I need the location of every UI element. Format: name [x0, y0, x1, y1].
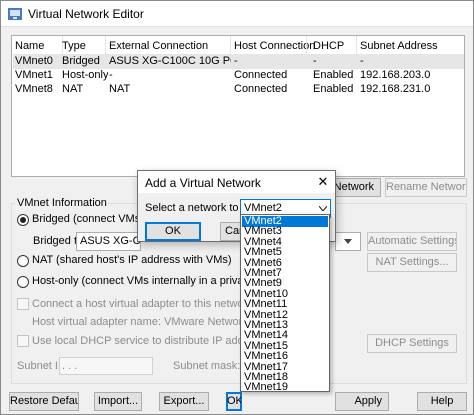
table-row[interactable]: VMnet1 Host-only - Connected Enabled 192… — [13, 68, 464, 83]
cell-name: VMnet0 — [15, 55, 53, 67]
cell-name: VMnet8 — [15, 83, 53, 95]
use-dhcp-label[interactable]: Use local DHCP service to distribute IP … — [32, 335, 240, 347]
cell-name: VMnet1 — [15, 69, 53, 81]
cell-host: Connected — [234, 69, 288, 81]
cell-dhcp: Enabled — [313, 83, 354, 95]
apply-button[interactable]: Apply — [335, 392, 389, 411]
cell-subnet: 192.168.203.0 — [360, 69, 431, 81]
title-bar: Virtual Network Editor — [1, 1, 473, 27]
nat-radio[interactable] — [17, 255, 29, 267]
close-icon[interactable]: ✕ — [315, 174, 331, 190]
cell-external: NAT — [109, 83, 131, 95]
use-dhcp-checkbox[interactable] — [17, 335, 29, 347]
cell-host: - — [234, 55, 238, 67]
column-separator — [230, 36, 231, 56]
rename-network-button[interactable]: Rename Network... — [385, 178, 467, 197]
nat-settings-button[interactable]: NAT Settings... — [367, 253, 457, 272]
column-header-name[interactable]: Name — [15, 40, 44, 52]
column-header-dhcp[interactable]: DHCP — [313, 40, 344, 52]
network-select-value: VMnet2 — [244, 202, 282, 214]
subnet-ip-value: . . . — [62, 360, 78, 372]
cell-subnet: - — [360, 55, 364, 67]
column-separator — [105, 36, 106, 56]
column-header-subnet[interactable]: Subnet Address — [360, 40, 438, 52]
column-header-type[interactable]: Type — [62, 40, 86, 52]
dialog-title-bar: Add a Virtual Network ✕ — [138, 171, 335, 193]
network-dropdown-list[interactable]: VMnet2 VMnet3 VMnet4 VMnet5 VMnet6 VMnet… — [240, 214, 330, 392]
bridged-radio[interactable] — [17, 214, 29, 226]
cell-dhcp: Enabled — [313, 69, 354, 81]
column-separator — [306, 36, 307, 56]
automatic-settings-button[interactable]: Automatic Settings... — [367, 232, 457, 251]
table-row[interactable]: VMnet0 Bridged ASUS XG-C100C 10G PCI-E .… — [13, 54, 464, 69]
import-button[interactable]: Import... — [94, 392, 142, 411]
table-row[interactable]: VMnet8 NAT NAT Connected Enabled 192.168… — [13, 82, 464, 97]
cell-type: Host-only — [62, 69, 109, 81]
chevron-down-icon — [344, 239, 352, 244]
network-app-icon — [8, 8, 22, 20]
host-only-label[interactable]: Host-only (connect VMs internally in a p… — [32, 275, 240, 287]
cell-type: Bridged — [62, 55, 100, 67]
dialog-ok-button[interactable]: OK — [145, 222, 201, 241]
window-title: Virtual Network Editor — [28, 7, 144, 21]
cell-external: - — [109, 69, 113, 81]
dialog-title: Add a Virtual Network — [145, 176, 261, 190]
chevron-down-icon — [319, 206, 327, 211]
nat-label[interactable]: NAT (shared host's IP address with VMs) — [32, 254, 240, 266]
list-item[interactable]: VMnet19 — [242, 382, 328, 391]
bridged-to-dropdown-button[interactable] — [335, 232, 361, 251]
adapter-name-label: Host virtual adapter name: VMware Networ… — [32, 316, 240, 328]
restore-defaults-button[interactable]: Restore Defaults — [9, 392, 79, 411]
cell-type: NAT — [62, 83, 84, 95]
column-separator — [356, 36, 357, 56]
connect-adapter-checkbox[interactable] — [17, 298, 29, 310]
bridged-label[interactable]: Bridged (connect VMs directly to the ext… — [32, 213, 139, 225]
subnet-ip-field[interactable]: . . . — [59, 357, 153, 375]
connect-adapter-label[interactable]: Connect a host virtual adapter to this n… — [32, 298, 240, 310]
subnet-mask-label: Subnet mask: — [173, 360, 241, 372]
ok-button[interactable]: OK — [226, 392, 242, 411]
column-header-external[interactable]: External Connection — [109, 40, 208, 52]
dhcp-settings-button[interactable]: DHCP Settings — [367, 334, 457, 353]
network-table[interactable]: Name Type External Connection Host Conne… — [11, 35, 465, 177]
cell-subnet: 192.168.231.0 — [360, 83, 431, 95]
help-button[interactable]: Help — [417, 392, 467, 411]
column-header-host[interactable]: Host Connection — [234, 40, 315, 52]
cell-host: Connected — [234, 83, 288, 95]
vmnet-information-label: VMnet Information — [15, 197, 109, 209]
export-button[interactable]: Export... — [159, 392, 209, 411]
cell-dhcp: - — [313, 55, 317, 67]
bridged-to-combo[interactable]: ASUS XG-C100C 10G PCI-E Network Adapter — [76, 232, 141, 251]
host-only-radio[interactable] — [17, 276, 29, 288]
bridged-to-value: ASUS XG-C100C 10G PCI-E Network Adapter — [80, 235, 141, 247]
cell-external: ASUS XG-C100C 10G PCI-E ... — [109, 55, 231, 67]
